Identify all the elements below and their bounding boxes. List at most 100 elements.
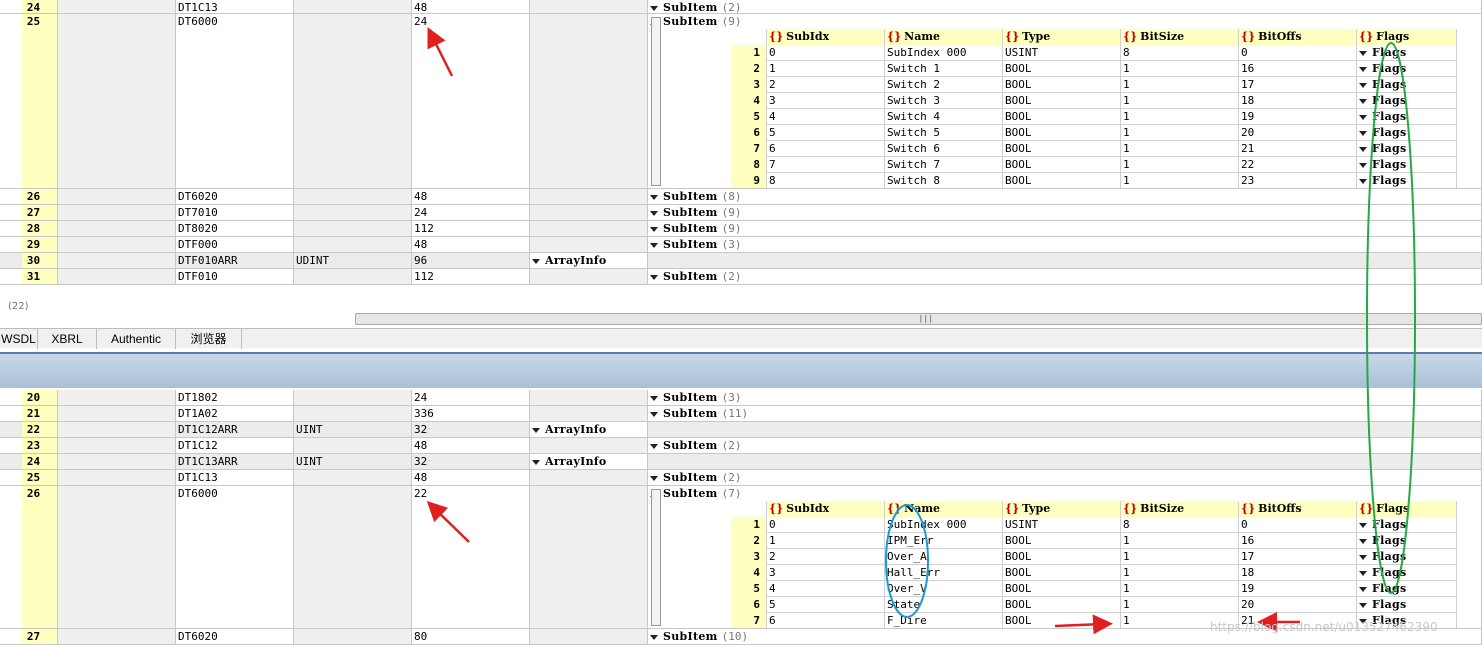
flags-dropdown-icon[interactable] [1359,50,1367,56]
nested-row[interactable]: 6 5 State BOOL 1 20 Flags [731,597,1457,613]
nested-row[interactable]: 5 4 Switch 4 BOOL 1 19 Flags [731,109,1457,125]
flags-dropdown-icon[interactable] [1359,538,1367,544]
expand-arrow-icon[interactable] [650,475,658,481]
nested-cell-flags[interactable]: Flags [1357,45,1457,61]
table-row[interactable]: 22 DT1C12ARR UINT 32 ArrayInfo [0,422,1482,438]
flags-dropdown-icon[interactable] [1359,178,1367,184]
nested-row[interactable]: 1 0 SubIndex 000 USINT 8 0 Flags [731,45,1457,61]
nested-cell-flags[interactable]: Flags [1357,125,1457,141]
flags-dropdown-icon[interactable] [1359,586,1367,592]
horizontal-scrollbar[interactable]: ||| [355,313,1482,325]
expand-arrow-icon[interactable] [650,5,658,11]
nested-cell-flags[interactable]: Flags [1357,581,1457,597]
nested-header-flags[interactable]: {} Flags [1357,501,1457,517]
dropdown-arrow-icon[interactable] [532,459,540,465]
expand-arrow-icon[interactable] [650,194,658,200]
nested-cell-flags[interactable]: Flags [1357,157,1457,173]
nested-cell-flags[interactable]: Flags [1357,173,1457,188]
subitem-cell[interactable]: SubItem (3) [648,237,1482,252]
nested-header-subidx[interactable]: {} SubIdx [767,501,885,517]
nested-cell-flags[interactable]: Flags [1357,77,1457,93]
expand-arrow-icon[interactable] [650,634,658,640]
table-row[interactable]: 31 DTF010 112 SubItem (2) [0,269,1482,285]
expand-arrow-icon[interactable] [650,395,658,401]
nested-row[interactable]: 5 4 Over_V BOOL 1 19 Flags [731,581,1457,597]
expand-arrow-icon[interactable] [650,210,658,216]
tab-wsdl[interactable]: WSDL [0,329,38,349]
nested-header-type[interactable]: {} Type [1003,29,1121,45]
flags-dropdown-icon[interactable] [1359,522,1367,528]
nested-cell-flags[interactable]: Flags [1357,597,1457,613]
table-row[interactable]: 28 DT8020 112 SubItem (9) [0,221,1482,237]
nested-cell-flags[interactable]: Flags [1357,533,1457,549]
subitem-cell[interactable]: SubItem (2) [648,470,1482,485]
subitem-cell[interactable]: SubItem (11) [648,406,1482,421]
nested-header-subidx[interactable]: {} SubIdx [767,29,885,45]
nested-row[interactable]: 4 3 Hall_Err BOOL 1 18 Flags [731,565,1457,581]
table-row[interactable]: 26 DT6000 22 SubItem (7){} SubIdx{} Name{} Type… [0,486,1482,629]
nested-header-bitsize[interactable]: {} BitSize [1121,29,1239,45]
flags-dropdown-icon[interactable] [1359,98,1367,104]
table-row[interactable]: 30 DTF010ARR UDINT 96 ArrayInfo [0,253,1482,269]
nested-row[interactable]: 1 0 SubIndex 000 USINT 8 0 Flags [731,517,1457,533]
arrayinfo-cell[interactable]: ArrayInfo [530,422,648,437]
subitem-cell[interactable]: SubItem (8) [648,189,1482,204]
tab-xbrl[interactable]: XBRL [38,329,97,349]
table-row[interactable]: 26 DT6020 48 SubItem (8) [0,189,1482,205]
subitem-cell[interactable]: SubItem (3) [648,390,1482,405]
flags-dropdown-icon[interactable] [1359,146,1367,152]
flags-dropdown-icon[interactable] [1359,114,1367,120]
nested-cell-flags[interactable]: Flags [1357,93,1457,109]
nested-row[interactable]: 3 2 Over_A BOOL 1 17 Flags [731,549,1457,565]
expand-arrow-icon[interactable] [650,242,658,248]
expand-arrow-icon[interactable] [650,443,658,449]
expand-arrow-icon[interactable] [650,411,658,417]
flags-dropdown-icon[interactable] [1359,602,1367,608]
nested-row[interactable]: 3 2 Switch 2 BOOL 1 17 Flags [731,77,1457,93]
nested-header-name[interactable]: {} Name [885,29,1003,45]
flags-dropdown-icon[interactable] [1359,162,1367,168]
nested-cell-flags[interactable]: Flags [1357,549,1457,565]
subitem-cell[interactable]: SubItem (9){} SubIdx{} Name{} Type{} BitSize{… [648,14,1482,188]
subitem-cell[interactable]: SubItem (9) [648,221,1482,236]
flags-dropdown-icon[interactable] [1359,554,1367,560]
nested-row[interactable]: 9 8 Switch 8 BOOL 1 23 Flags [731,173,1457,188]
flags-dropdown-icon[interactable] [1359,570,1367,576]
nested-row[interactable]: 6 5 Switch 5 BOOL 1 20 Flags [731,125,1457,141]
nested-header-bitoffs[interactable]: {} BitOffs [1239,29,1357,45]
dropdown-arrow-icon[interactable] [532,258,540,264]
flags-dropdown-icon[interactable] [1359,130,1367,136]
table-row[interactable]: 29 DTF000 48 SubItem (3) [0,237,1482,253]
nested-cell-flags[interactable]: Flags [1357,109,1457,125]
expand-arrow-icon[interactable] [650,226,658,232]
nested-header-type[interactable]: {} Type [1003,501,1121,517]
table-row[interactable]: 24 DT1C13 48 SubItem (2) [0,0,1482,14]
subitem-cell[interactable]: SubItem (7){} SubIdx{} Name{} Type{} BitSize{… [648,486,1482,628]
nested-row[interactable]: 4 3 Switch 3 BOOL 1 18 Flags [731,93,1457,109]
table-row[interactable]: 25 DT6000 24 SubItem (9){} SubIdx{} Name{} Type… [0,14,1482,189]
nested-row[interactable]: 2 1 Switch 1 BOOL 1 16 Flags [731,61,1457,77]
tab-browser[interactable]: 浏览器 [176,329,242,349]
dropdown-arrow-icon[interactable] [532,427,540,433]
nested-row[interactable]: 2 1 IPM_Err BOOL 1 16 Flags [731,533,1457,549]
nested-cell-flags[interactable]: Flags [1357,517,1457,533]
nested-cell-flags[interactable]: Flags [1357,565,1457,581]
arrayinfo-cell[interactable]: ArrayInfo [530,454,648,469]
nested-header-bitsize[interactable]: {} BitSize [1121,501,1239,517]
nested-scrollbar[interactable] [651,17,661,186]
table-row[interactable]: 25 DT1C13 48 SubItem (2) [0,470,1482,486]
flags-dropdown-icon[interactable] [1359,82,1367,88]
table-row[interactable]: 24 DT1C13ARR UINT 32 ArrayInfo [0,454,1482,470]
flags-dropdown-icon[interactable] [1359,66,1367,72]
expand-arrow-icon[interactable] [650,274,658,280]
nested-header-flags[interactable]: {} Flags [1357,29,1457,45]
nested-scrollbar[interactable] [651,489,661,626]
nested-header-name[interactable]: {} Name [885,501,1003,517]
nested-row[interactable]: 8 7 Switch 7 BOOL 1 22 Flags [731,157,1457,173]
subitem-cell[interactable]: SubItem (2) [648,0,1482,13]
table-row[interactable]: 27 DT7010 24 SubItem (9) [0,205,1482,221]
table-row[interactable]: 21 DT1A02 336 SubItem (11) [0,406,1482,422]
nested-cell-flags[interactable]: Flags [1357,141,1457,157]
arrayinfo-cell[interactable]: ArrayInfo [530,253,648,268]
subitem-cell[interactable]: SubItem (2) [648,269,1482,284]
